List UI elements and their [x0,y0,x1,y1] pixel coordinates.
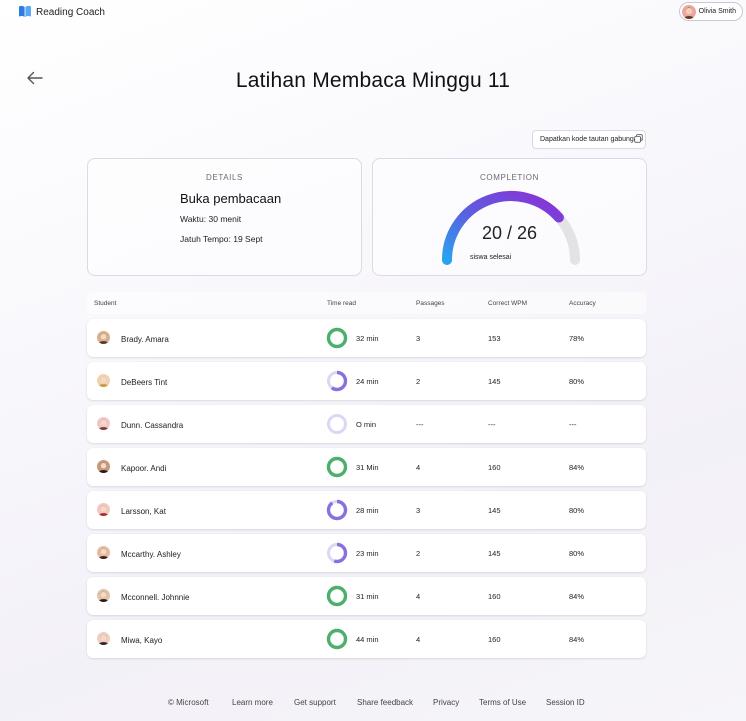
header-time-read: Time read [327,300,357,307]
table-row[interactable]: Kapoor. Andi 31 Min 4 160 84% [87,448,646,486]
table-row[interactable]: Mccarthy. Ashley 23 min 2 145 80% [87,534,646,572]
table-row[interactable]: Miwa, Kayo 44 min 4 160 84% [87,620,646,658]
accuracy: 84% [569,463,585,472]
correct-wpm: 153 [488,334,501,343]
user-avatar [681,4,696,19]
correct-wpm: --- [488,420,496,429]
correct-wpm: 145 [488,506,501,515]
completion-caption: siswa selesai [470,254,512,261]
student-avatar [97,417,110,430]
details-title: Buka pembacaan [180,191,282,206]
student-avatar [97,460,110,473]
student-name: Mcconnell. Johnnie [121,593,190,602]
accuracy: --- [569,420,577,429]
footer-learn-more-link[interactable]: Learn more [232,698,273,707]
student-name: Mccarthy. Ashley [121,550,181,559]
time-read: 24 min [356,377,379,386]
accuracy: 80% [569,506,585,515]
time-read: 23 min [356,549,379,558]
header-passages: Passages [416,300,445,307]
student-name: Dunn. Cassandra [121,421,184,430]
page-title: Latihan Membaca Minggu 11 [235,69,511,92]
student-name: Larsson, Kat [121,507,166,516]
time-read: 28 min [356,506,379,515]
completion-card: COMPLETION 20 / 26 siswa selesai [372,158,647,276]
student-avatar [97,632,110,645]
footer-session-id-link[interactable]: Session ID [546,698,585,707]
passages-count: 2 [416,377,421,386]
student-name: Brady. Amara [121,335,169,344]
time-progress-ring [326,585,348,607]
accuracy: 80% [569,377,585,386]
reading-coach-logo-icon [19,5,31,17]
copy-icon [634,134,643,143]
footer-share-feedback-link[interactable]: Share feedback [357,698,413,707]
table-row[interactable]: DeBeers Tint 24 min 2 145 80% [87,362,646,400]
footer-terms-link[interactable]: Terms of Use [479,698,526,707]
footer-get-support-link[interactable]: Get support [294,698,336,707]
table-row[interactable]: Mcconnell. Johnnie 31 min 4 160 84% [87,577,646,615]
details-time: Waktu: 30 menit [180,214,242,224]
footer-copyright: © Microsoft [168,698,209,707]
accuracy: 84% [569,635,585,644]
passages-count: --- [416,420,424,429]
details-label: DETAILS [206,173,243,182]
passages-count: 4 [416,635,421,644]
table-row[interactable]: Larsson, Kat 28 min 3 145 80% [87,491,646,529]
table-row[interactable]: Dunn. Cassandra O min --- --- --- [87,405,646,443]
student-avatar [97,374,110,387]
correct-wpm: 160 [488,463,501,472]
user-name: Olivia Smith [698,8,736,15]
accuracy: 84% [569,592,585,601]
time-progress-ring [326,628,348,650]
correct-wpm: 145 [488,377,501,386]
student-avatar [97,503,110,516]
time-read: 32 min [356,334,379,343]
passages-count: 2 [416,549,421,558]
accuracy: 78% [569,334,585,343]
time-read: 31 Min [356,463,379,472]
correct-wpm: 160 [488,635,501,644]
details-due-date: Jatuh Tempo: 19 Sept [180,234,263,244]
student-avatar [97,546,110,559]
header-correct-wpm: Correct WPM [488,300,527,307]
footer-privacy-link[interactable]: Privacy [433,698,459,707]
completion-value: 20 / 26 [481,223,538,243]
passages-count: 4 [416,592,421,601]
student-name: Miwa, Kayo [121,636,163,645]
time-progress-ring [326,542,348,564]
app-title: Reading Coach [36,7,105,18]
details-card: DETAILS Buka pembacaan Waktu: 30 menit J… [87,158,362,276]
time-progress-ring [326,413,348,435]
user-account-button[interactable]: Olivia Smith [678,2,743,21]
time-progress-ring [326,370,348,392]
passages-count: 4 [416,463,421,472]
header-accuracy: Accuracy [569,300,596,307]
student-avatar [97,589,110,602]
time-read: 44 min [356,635,379,644]
time-read: 31 min [356,592,379,601]
completion-label: COMPLETION [480,173,539,182]
correct-wpm: 145 [488,549,501,558]
header-student: Student [94,300,117,307]
join-code-label: Dapatkan kode tautan gabungan [540,136,642,143]
passages-count: 3 [416,506,421,515]
student-name: Kapoor. Andi [121,464,167,473]
table-row[interactable]: Brady. Amara 32 min 3 153 78% [87,319,646,357]
top-bar: Reading Coach Olivia Smith [0,0,746,26]
correct-wpm: 160 [488,592,501,601]
accuracy: 80% [569,549,585,558]
time-progress-ring [326,327,348,349]
footer: © Microsoft Learn more Get support Share… [0,698,746,710]
time-progress-ring [326,456,348,478]
join-code-button[interactable]: Dapatkan kode tautan gabungan [532,130,646,149]
table-header: Student Time read Passages Correct WPM A… [87,292,646,314]
student-name: DeBeers Tint [121,378,168,387]
time-progress-ring [326,499,348,521]
student-avatar [97,331,110,344]
time-read: O min [356,420,377,429]
passages-count: 3 [416,334,421,343]
